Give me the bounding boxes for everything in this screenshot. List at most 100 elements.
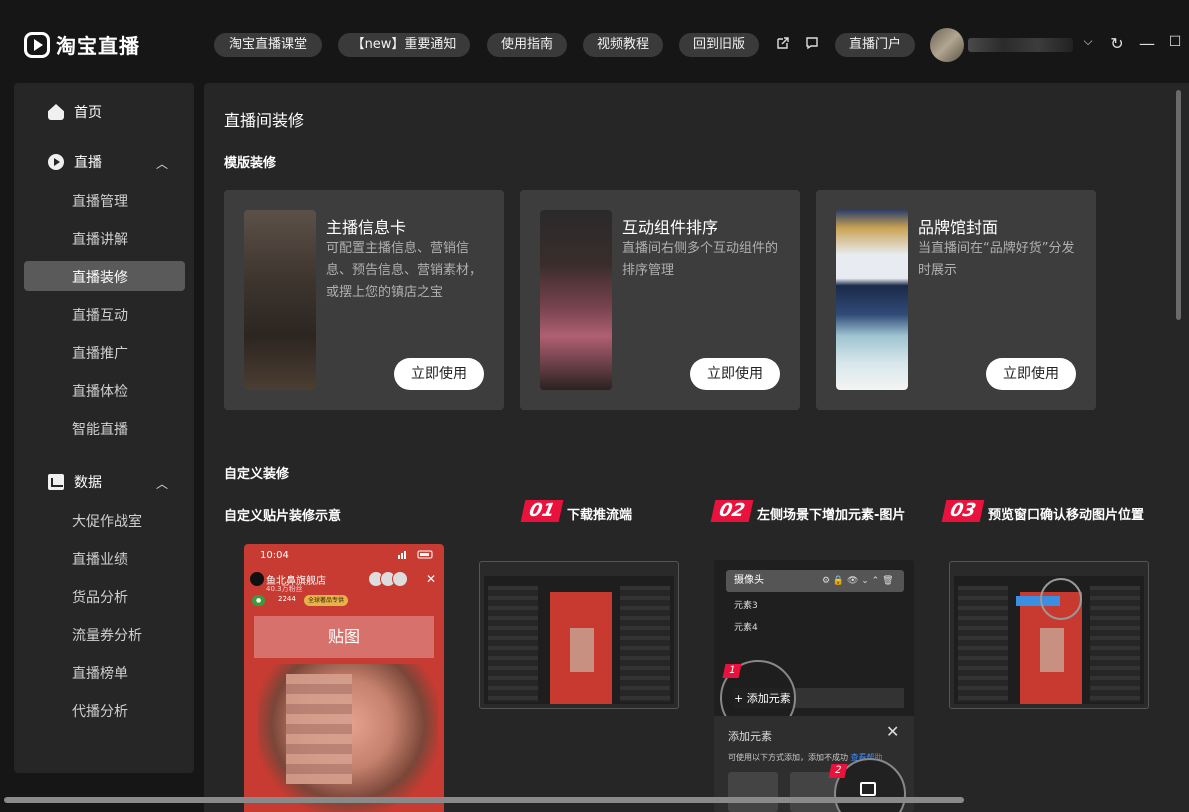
sidebar-item-live-explain[interactable]: 直播讲解	[72, 229, 128, 249]
app-title: 淘宝直播	[56, 34, 140, 58]
sticker-overlay: 贴图	[254, 616, 434, 658]
use-now-button[interactable]: 立即使用	[690, 358, 780, 390]
user-avatar[interactable]	[930, 28, 964, 62]
image-icon	[860, 782, 876, 796]
close-icon: ✕	[886, 722, 900, 741]
template-section-title: 模版装修	[224, 156, 277, 171]
right-panel	[1090, 586, 1140, 702]
nav-pill-guide[interactable]: 使用指南	[487, 33, 567, 57]
horizontal-scrollbar[interactable]	[4, 797, 964, 803]
sidebar-item-smart-live[interactable]: 智能直播	[72, 419, 128, 439]
shop-badge: 全球著品专供	[304, 595, 349, 606]
use-now-button[interactable]: 立即使用	[986, 358, 1076, 390]
external-link-icon[interactable]	[774, 36, 792, 54]
template-card-host-info: 主播信息卡 可配置主播信息、营销信息、预告信息、营销素材，或摆上您的镇店之宝 立…	[224, 190, 504, 410]
card-title: 互动组件排序	[622, 218, 719, 237]
sidebar-item-live-check[interactable]: 直播体检	[72, 381, 128, 401]
step1-screenshot	[479, 561, 679, 709]
sidebar-section-label: 直播	[74, 155, 102, 171]
sidebar-section-live[interactable]: 直播	[48, 152, 102, 172]
maximize-icon[interactable]: ☐	[1166, 34, 1184, 50]
sidebar-item-live-performance[interactable]: 直播业绩	[72, 549, 128, 569]
component-order-preview-image	[540, 210, 612, 390]
follow-badge: ●	[252, 595, 266, 606]
add-element-label: + 添加元素	[734, 692, 791, 705]
chevron-up-icon[interactable]: ︿	[156, 155, 168, 172]
custom-section-title: 自定义装修	[224, 467, 290, 482]
highlight-circle	[1040, 578, 1082, 620]
sidebar-item-live-promote[interactable]: 直播推广	[72, 343, 128, 363]
template-card-brand-cover: 品牌馆封面 当直播间在“品牌好货”分发时展示 立即使用	[816, 190, 1096, 410]
user-name-blurred	[968, 38, 1073, 52]
card-description: 当直播间在“品牌好货”分发时展示	[918, 241, 1075, 278]
card-title: 主播信息卡	[326, 218, 407, 237]
camera-source-tile	[728, 772, 778, 812]
card-description: 直播间右侧多个互动组件的排序管理	[622, 241, 779, 278]
callout-number: 2	[828, 764, 848, 778]
step-number: 03	[941, 500, 985, 522]
sidebar-item-live-decor[interactable]: 直播装修	[72, 267, 128, 287]
sidebar-item-coupon-analysis[interactable]: 流量券分析	[72, 625, 142, 645]
sidebar-item-live-ranking[interactable]: 直播榜单	[72, 663, 128, 683]
pixelated-face	[286, 674, 352, 784]
portal-button[interactable]: 直播门户	[835, 33, 915, 57]
phone-sticker-demo: 10:04 鱼北鼻旗舰店 40.3万粉丝 ✕ ● 2244 全球著品专供 贴图	[244, 544, 444, 812]
chevron-up-icon[interactable]: ︿	[156, 475, 168, 492]
app-header: 淘宝直播 淘宝直播课堂 【new】重要通知 使用指南 视频教程 回到旧版 直播门…	[0, 0, 1189, 86]
nav-pill-video[interactable]: 视频教程	[583, 33, 663, 57]
sidebar-item-live-interact[interactable]: 直播互动	[72, 305, 128, 325]
brand-cover-preview-image	[836, 210, 908, 390]
element-3-row: 元素3	[734, 601, 758, 611]
app-preview-frame	[954, 576, 1144, 704]
sidebar-item-promo-room[interactable]: 大促作战室	[72, 511, 142, 531]
nav-pill-notice[interactable]: 【new】重要通知	[338, 33, 470, 57]
chevron-down-icon[interactable]: ⌵	[1079, 34, 1097, 49]
left-panel	[958, 586, 1008, 702]
phone-status-icons	[398, 550, 434, 562]
step-label: 左侧场景下增加元素-图片	[757, 508, 906, 523]
shop-logo	[250, 572, 264, 586]
custom-demo-title: 自定义贴片装修示意	[224, 509, 342, 524]
step-number: 02	[710, 500, 754, 522]
preview-window	[550, 592, 612, 704]
refresh-icon[interactable]: ↻	[1108, 34, 1126, 53]
step-number: 01	[520, 500, 564, 522]
media-source-tile	[790, 772, 840, 812]
shop-followers: 40.3万粉丝	[266, 585, 303, 593]
close-icon: ✕	[426, 572, 437, 586]
callout-number: 1	[722, 664, 742, 678]
card-description: 可配置主播信息、营销信息、预告信息、营销素材，或摆上您的镇店之宝	[326, 241, 483, 300]
nav-pill-live-class[interactable]: 淘宝直播课堂	[214, 33, 322, 57]
viewer-avatars	[368, 571, 418, 587]
nav-pill-old-version[interactable]: 回到旧版	[679, 33, 759, 57]
step2-scene-panel: 摄像头 ⚙ 🔒 👁 ⌄ ⌃ 🗑 元素3 元素4 + 添加元素 1 添加元素 ✕ …	[714, 560, 914, 812]
vertical-scrollbar[interactable]	[1176, 90, 1181, 320]
step-label: 下载推流端	[567, 508, 633, 523]
message-icon[interactable]	[803, 36, 821, 54]
sidebar-item-agent-analysis[interactable]: 代播分析	[72, 701, 128, 721]
phone-time: 10:04	[260, 550, 289, 561]
row-action-icons: ⚙ 🔒 👁 ⌄ ⌃ 🗑	[822, 576, 894, 586]
viewer-count: 2244	[278, 595, 296, 603]
minimize-icon[interactable]: —	[1138, 34, 1156, 53]
template-card-component-order: 互动组件排序 直播间右侧多个互动组件的排序管理 立即使用	[520, 190, 800, 410]
sidebar-item-live-manage[interactable]: 直播管理	[72, 191, 128, 211]
home-icon	[48, 104, 64, 120]
app-logo[interactable]: 淘宝直播	[24, 30, 140, 59]
right-panel	[620, 586, 670, 702]
host-info-preview-image	[244, 210, 316, 390]
sidebar-item-home[interactable]: 首页	[48, 102, 102, 122]
use-now-button[interactable]: 立即使用	[394, 358, 484, 390]
sidebar-section-label: 数据	[74, 475, 102, 491]
sidebar-item-goods-analysis[interactable]: 货品分析	[72, 587, 128, 607]
left-panel	[488, 586, 538, 702]
app-preview-frame	[484, 576, 674, 704]
play-logo-icon	[24, 31, 50, 58]
pixelated-face	[570, 628, 594, 672]
data-chart-icon	[48, 474, 64, 490]
step-label: 预览窗口确认移动图片位置	[988, 508, 1145, 523]
dialog-title: 添加元素	[728, 730, 772, 743]
sidebar-section-data[interactable]: 数据	[48, 472, 102, 492]
pixelated-face	[1040, 628, 1064, 672]
card-title: 品牌馆封面	[918, 218, 999, 237]
